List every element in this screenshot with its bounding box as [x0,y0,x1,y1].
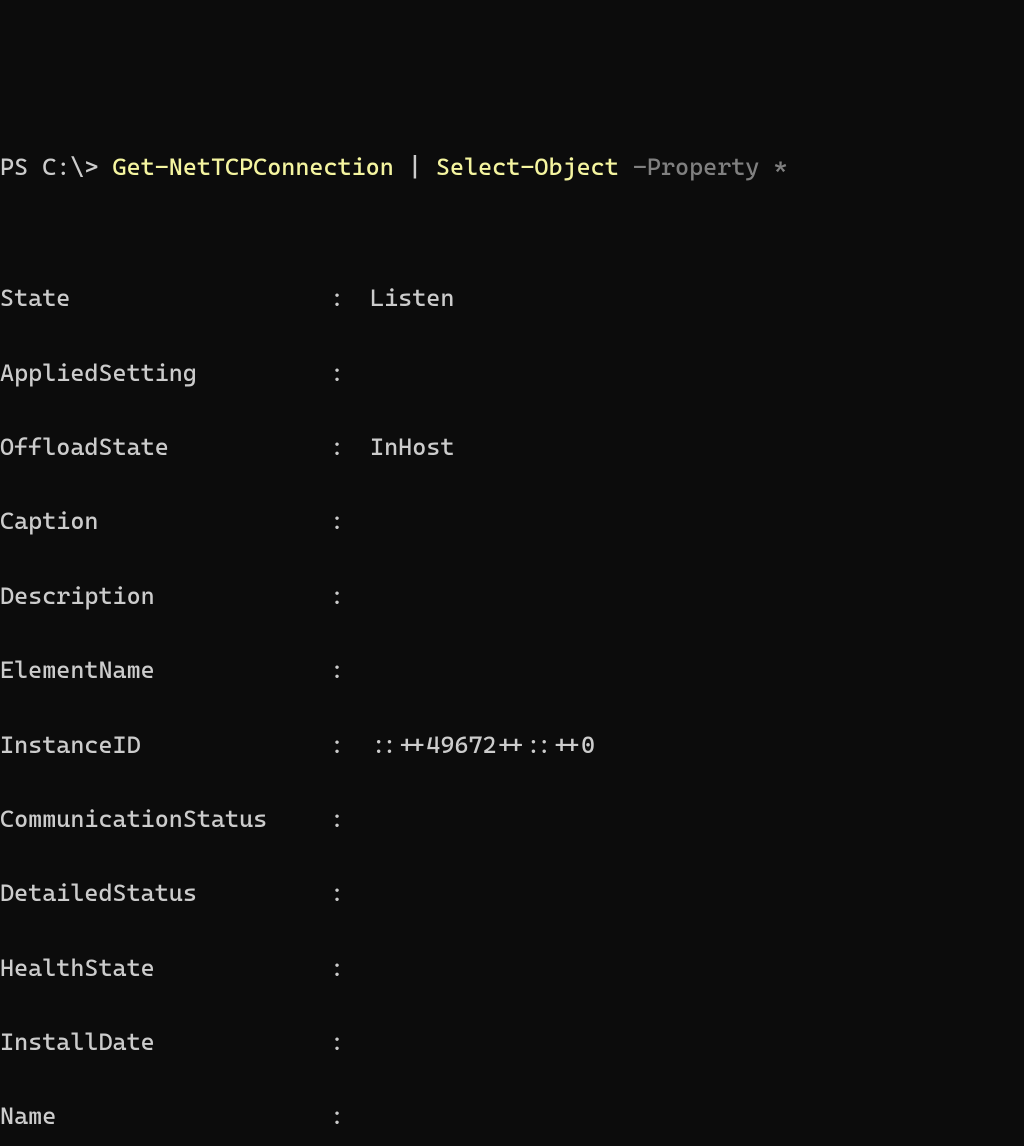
property-key: AppliedSetting [0,355,330,392]
property-row: DetailedStatus: [0,875,1024,912]
property-key: State [0,280,330,317]
property-colon: : [330,875,370,912]
property-key: OffloadState [0,429,330,466]
pipe-operator: | [394,153,436,181]
property-key: InstanceID [0,727,330,764]
property-colon: : [330,503,370,540]
property-colon: : [330,1098,370,1135]
property-key: InstallDate [0,1024,330,1061]
command-prompt-line[interactable]: PS C:\> Get-NetTCPConnection | Select-Ob… [0,149,1024,186]
property-key: Caption [0,503,330,540]
property-row: OffloadState: InHost [0,429,1024,466]
property-row: Description: [0,578,1024,615]
property-colon: : [330,727,370,764]
property-colon: : [330,950,370,987]
property-key: CommunicationStatus [0,801,330,838]
property-value: ::++49672++::++0 [370,727,595,764]
property-value: InHost [370,429,454,466]
param-value-wildcard: * [773,153,787,181]
property-row: State: Listen [0,280,1024,317]
property-row: ElementName: [0,652,1024,689]
property-colon: : [330,355,370,392]
cmdlet-select-object: Select-Object [436,153,619,181]
property-colon: : [330,652,370,689]
property-row: AppliedSetting: [0,355,1024,392]
property-value: Listen [370,280,454,317]
property-key: HealthState [0,950,330,987]
property-colon: : [330,429,370,466]
property-row: HealthState: [0,950,1024,987]
property-row: Name: [0,1098,1024,1135]
command-output: State: Listen AppliedSetting: OffloadSta… [0,243,1024,1146]
cmdlet-get-nettcpconnection: Get-NetTCPConnection [113,153,394,181]
property-row: CommunicationStatus: [0,801,1024,838]
property-colon: : [330,578,370,615]
property-key: Name [0,1098,330,1135]
property-key: Description [0,578,330,615]
param-property: -Property [619,153,774,181]
property-row: Caption: [0,503,1024,540]
property-row: InstallDate: [0,1024,1024,1061]
property-colon: : [330,801,370,838]
property-key: DetailedStatus [0,875,330,912]
property-colon: : [330,280,370,317]
prompt-prefix: PS C:\> [0,153,113,181]
property-row: InstanceID: ::++49672++::++0 [0,727,1024,764]
property-colon: : [330,1024,370,1061]
property-key: ElementName [0,652,330,689]
